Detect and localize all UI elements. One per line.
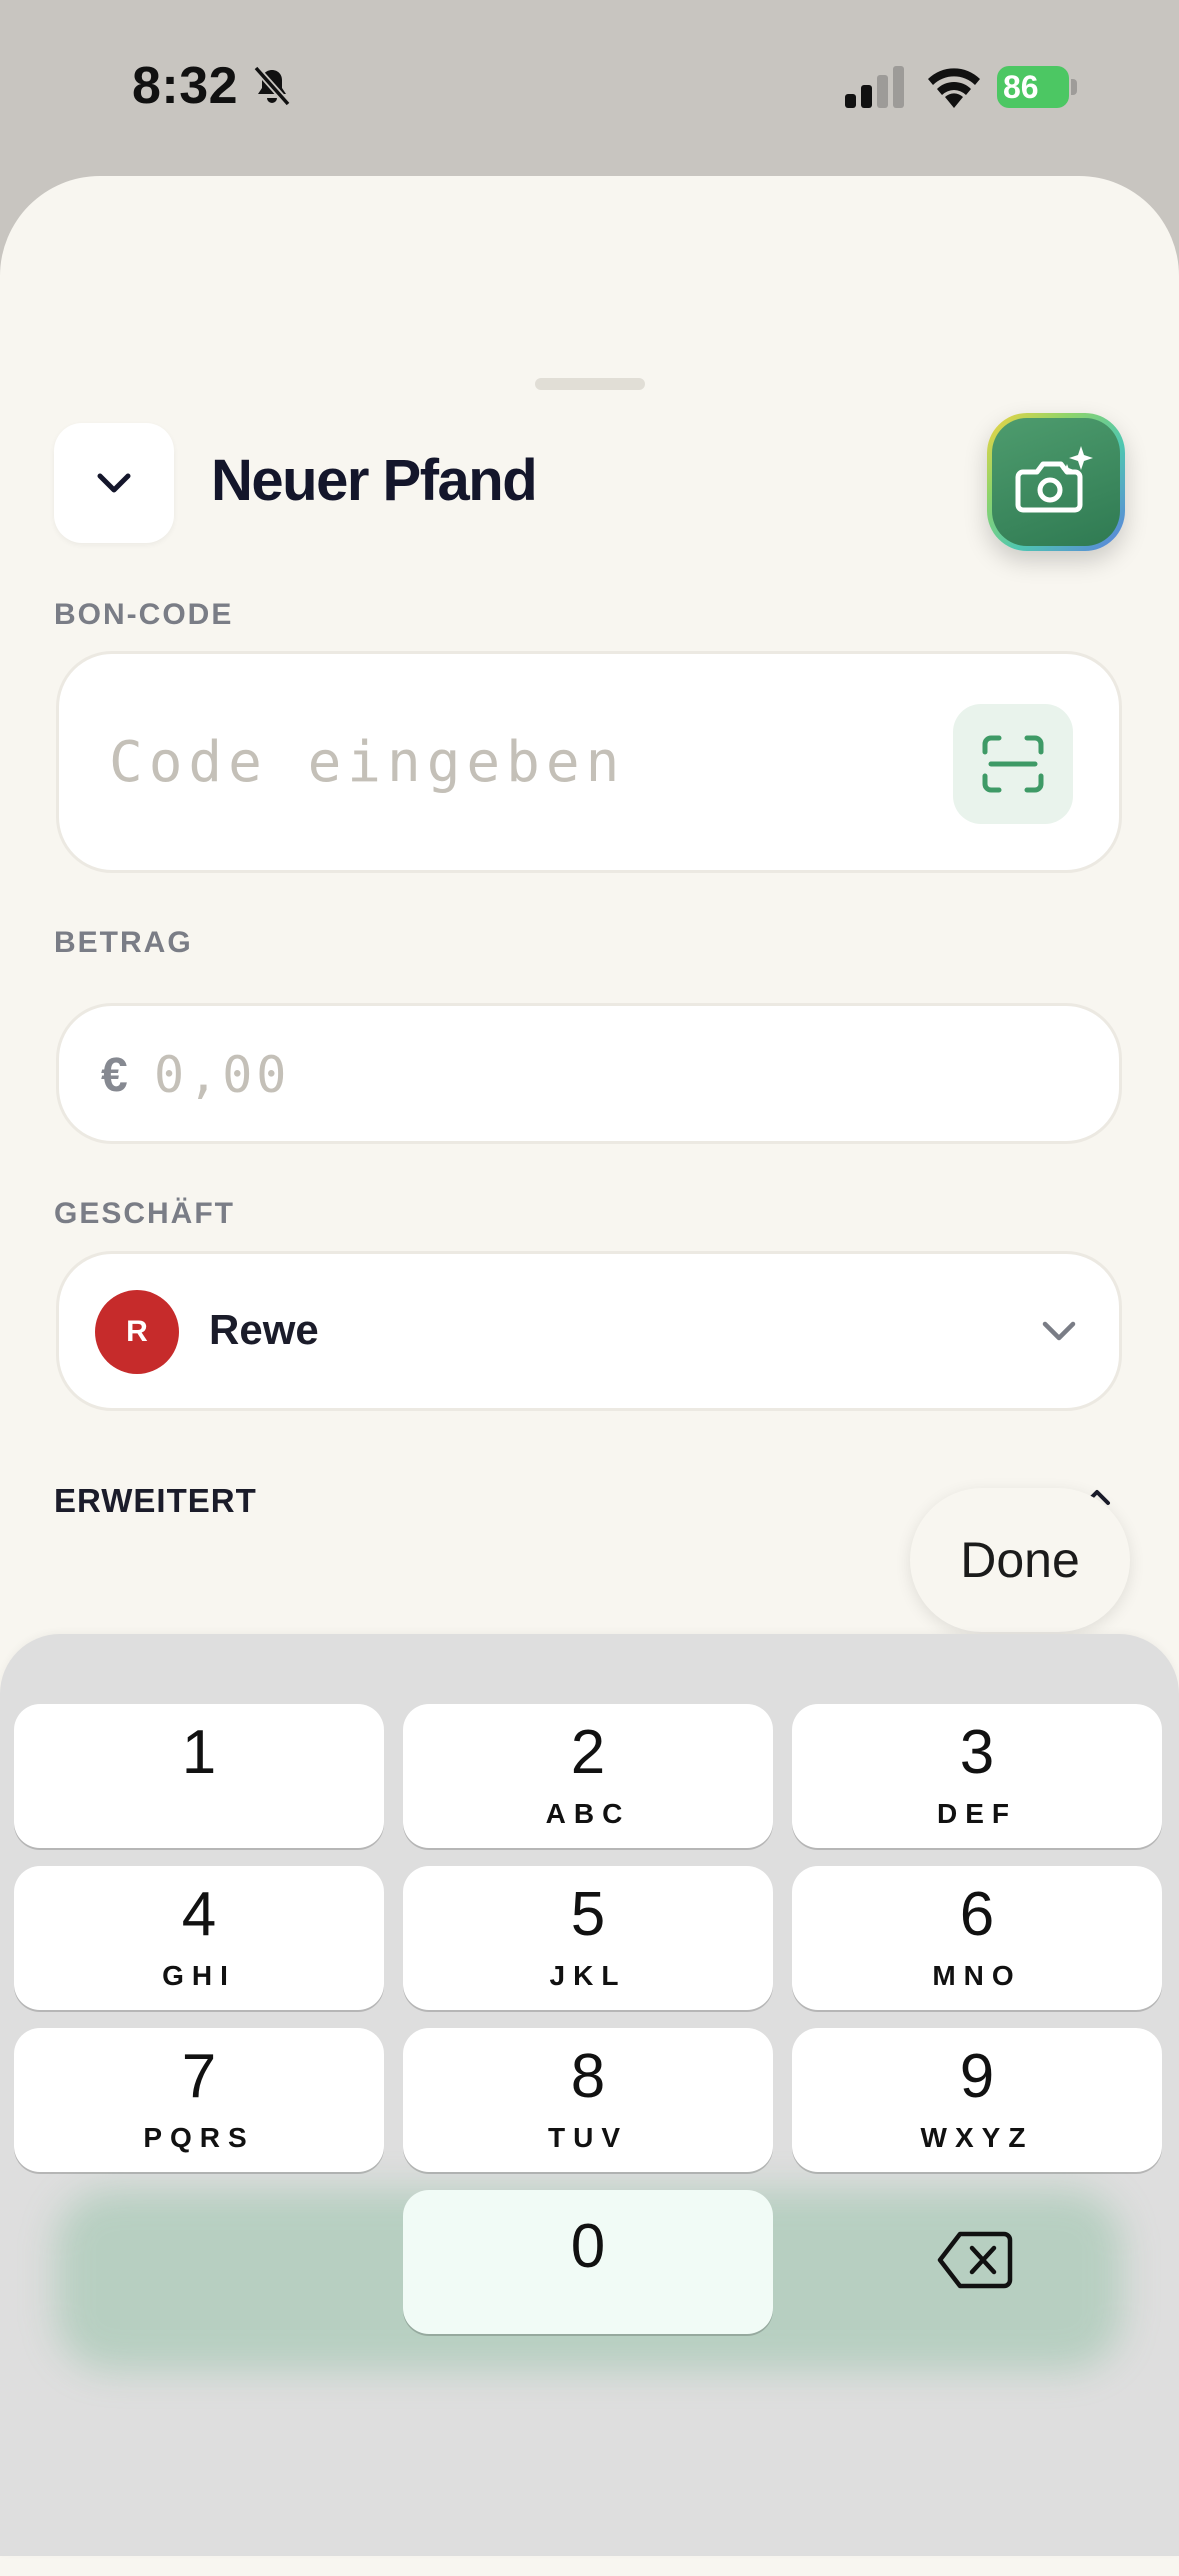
amount-field[interactable]: € 0,00	[56, 1003, 1122, 1144]
key-digit: 3	[959, 1718, 995, 1787]
chevron-down-icon	[97, 473, 131, 493]
store-name: Rewe	[209, 1306, 319, 1353]
store-select[interactable]: R Rewe	[56, 1251, 1122, 1411]
scan-button[interactable]	[953, 704, 1073, 824]
key-letters: PQRS	[143, 2122, 255, 2153]
key-digit: 9	[959, 2042, 995, 2111]
key-9[interactable]: 9 WXYZ	[792, 2028, 1162, 2172]
key-digit: 8	[570, 2042, 606, 2111]
key-8[interactable]: 8 TUV	[403, 2028, 773, 2172]
key-letters: TUV	[548, 2122, 628, 2153]
key-0[interactable]: 0	[403, 2190, 773, 2334]
key-2[interactable]: 2 ABC	[403, 1704, 773, 1848]
key-digit: 7	[181, 2042, 217, 2111]
backspace-icon	[937, 2231, 1013, 2289]
bon-code-placeholder: Code eingeben	[109, 730, 626, 795]
key-digit: 5	[570, 1880, 606, 1949]
ai-camera-button[interactable]	[987, 413, 1125, 551]
bon-code-field[interactable]: Code eingeben	[56, 651, 1122, 873]
key-3[interactable]: 3 DEF	[792, 1704, 1162, 1848]
page-title: Neuer Pfand	[211, 448, 538, 513]
numeric-keyboard: 1 2 ABC 3 DEF 4 GHI 5 JKL 6 MNO 7 PQRS 8…	[0, 1634, 1179, 2556]
collapse-button[interactable]	[54, 423, 174, 543]
delete-key[interactable]	[790, 2188, 1160, 2332]
scan-icon	[982, 735, 1044, 793]
key-letters: GHI	[162, 1960, 236, 1991]
silent-bell-icon	[253, 65, 291, 107]
key-digit: 4	[181, 1880, 217, 1949]
cellular-signal-icon	[845, 66, 904, 108]
sheet-grabber[interactable]	[535, 378, 645, 390]
battery-cap	[1071, 79, 1077, 95]
battery-level: 86	[997, 66, 1069, 108]
key-digit: 0	[570, 2212, 606, 2281]
geschaeft-label: GESCHÄFT	[54, 1197, 235, 1230]
key-letters: WXYZ	[920, 2122, 1034, 2153]
battery-indicator: 86	[997, 66, 1077, 108]
key-6[interactable]: 6 MNO	[792, 1866, 1162, 2010]
store-avatar: R	[95, 1290, 179, 1374]
betrag-label: BETRAG	[54, 926, 193, 959]
chevron-down-icon	[1042, 1321, 1076, 1341]
amount-placeholder: 0,00	[154, 1046, 291, 1104]
currency-symbol: €	[101, 1049, 128, 1102]
key-1[interactable]: 1	[14, 1704, 384, 1848]
status-time: 8:32	[132, 57, 239, 115]
ai-camera-button-inner	[992, 418, 1120, 546]
key-letters: JKL	[549, 1960, 627, 1991]
key-digit: 1	[181, 1718, 217, 1787]
wifi-icon	[928, 68, 980, 108]
key-letters: ABC	[545, 1798, 631, 1829]
key-7[interactable]: 7 PQRS	[14, 2028, 384, 2172]
keyboard-done-button[interactable]: Done	[910, 1488, 1130, 1632]
key-digit: 2	[570, 1718, 606, 1787]
key-letters: MNO	[932, 1960, 1022, 1991]
key-digit: 6	[959, 1880, 995, 1949]
camera-sparkle-icon	[1015, 446, 1093, 513]
key-letters: DEF	[937, 1798, 1017, 1829]
key-5[interactable]: 5 JKL	[403, 1866, 773, 2010]
erweitert-section-toggle[interactable]: ERWEITERT	[54, 1482, 257, 1520]
key-4[interactable]: 4 GHI	[14, 1866, 384, 2010]
bon-code-label: BON-CODE	[54, 598, 234, 631]
